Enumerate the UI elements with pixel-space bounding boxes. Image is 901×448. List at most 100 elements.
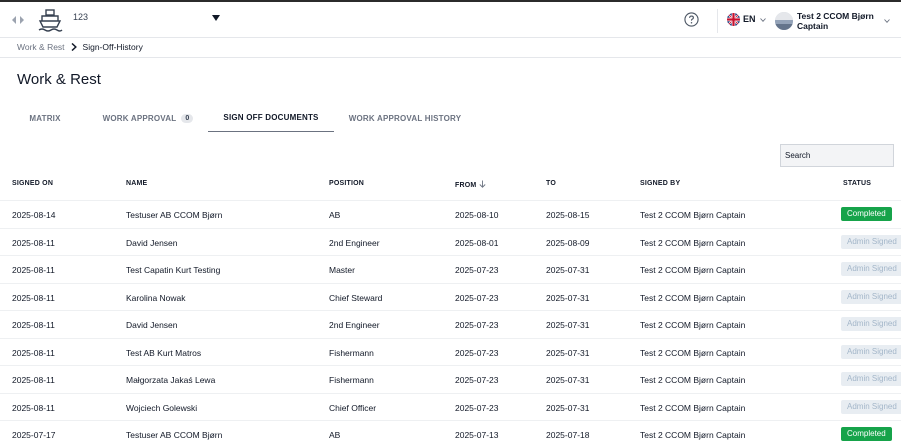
chevron-down-icon[interactable] <box>884 19 890 23</box>
cell-position: AB <box>329 210 341 220</box>
vessel-select-value[interactable]: 123 <box>73 12 88 22</box>
column-header-status[interactable]: STATUS <box>843 180 871 187</box>
avatar[interactable] <box>775 12 793 30</box>
breadcrumb-current: Sign-Off-History <box>82 42 143 52</box>
user-name[interactable]: Test 2 CCOM Bjørn Captain <box>797 11 877 31</box>
column-header-signed-on[interactable]: SIGNED ON <box>12 180 53 187</box>
cell-name: Testuser AB CCOM Bjørn <box>126 430 223 440</box>
table-row[interactable]: 2025-08-11 Test Capatin Kurt Testing Maste… <box>0 255 901 283</box>
topbar-divider <box>717 9 718 33</box>
column-header-label: FROM <box>455 182 477 189</box>
cell-signed-by: Test 2 CCOM Bjørn Captain <box>640 237 746 248</box>
cell-to: 2025-07-18 <box>546 430 590 440</box>
tab-label: WORK APPROVAL <box>102 113 177 123</box>
cell-from: 2025-07-23 <box>455 265 499 275</box>
table-row[interactable]: 2025-08-11 Małgorzata Jakaś Lewa Fisherman… <box>0 365 901 393</box>
column-header-name[interactable]: NAME <box>126 180 147 187</box>
status-badge: Admin Signed <box>841 372 901 386</box>
cell-position: Master <box>329 265 355 275</box>
caret-down-icon[interactable] <box>212 15 220 21</box>
cell-to: 2025-07-31 <box>546 320 590 330</box>
breadcrumb-parent[interactable]: Work & Rest <box>17 42 65 52</box>
page-title: Work & Rest <box>17 71 101 88</box>
tab-label: SIGN OFF DOCUMENTS <box>223 113 319 122</box>
tab-work-approval-history[interactable]: WORK APPROVAL HISTORY <box>344 104 466 132</box>
cell-signed-on: 2025-08-11 <box>12 402 55 413</box>
cell-name: Test AB Kurt Matros <box>126 347 202 358</box>
tab-label: WORK APPROVAL HISTORY <box>348 113 462 123</box>
cell-from: 2025-07-23 <box>455 292 499 303</box>
uk-flag-icon[interactable] <box>727 13 740 26</box>
help-icon[interactable] <box>684 12 699 27</box>
table-row[interactable]: 2025-08-11 Wojciech Golewski Chief Officer… <box>0 392 901 421</box>
cell-to: 2025-07-31 <box>546 292 590 303</box>
cell-name: Testuser AB CCOM Bjørn <box>126 210 223 220</box>
cell-position: Fishermann <box>329 347 374 358</box>
table-row[interactable]: 2025-08-14 Testuser AB CCOM Bjørn AB 2025-0… <box>0 200 901 228</box>
table-row[interactable]: 2025-07-17 Testuser AB CCOM Bjørn AB 2025-0… <box>0 420 901 448</box>
cell-signed-on: 2025-08-11 <box>12 347 55 358</box>
table-row[interactable]: 2025-08-11 David Jensen 2nd Engineer 2025-0… <box>0 227 901 256</box>
table-row[interactable]: 2025-08-11 Test AB Kurt Matros Fishermann 2… <box>0 337 901 366</box>
chevron-right-icon <box>71 43 77 51</box>
cell-signed-on: 2025-08-11 <box>12 237 55 248</box>
cell-from: 2025-08-10 <box>455 210 499 220</box>
cell-signed-by: Test 2 CCOM Bjørn Captain <box>640 292 746 303</box>
cell-signed-on: 2025-08-14 <box>12 210 56 220</box>
cell-position: Chief Officer <box>329 402 377 413</box>
divider <box>0 57 901 58</box>
cell-to: 2025-07-31 <box>546 375 590 385</box>
cell-position: 2nd Engineer <box>329 320 380 330</box>
cell-signed-on: 2025-08-11 <box>12 320 55 330</box>
count-badge: 0 <box>181 113 194 123</box>
tab-work-approval[interactable]: WORK APPROVAL 0 <box>95 104 201 132</box>
ship-icon <box>38 9 63 32</box>
collapse-sidebar-icon[interactable] <box>11 14 25 26</box>
search-input[interactable] <box>780 144 894 167</box>
tab-bar: MATRIX WORK APPROVAL 0 SIGN OFF DOCUMENT… <box>0 104 901 132</box>
cell-name: Karolina Nowak <box>126 292 186 303</box>
cell-signed-by: Test 2 CCOM Bjørn Captain <box>640 265 746 275</box>
column-header-from[interactable]: FROM <box>455 180 486 189</box>
column-header-to[interactable]: TO <box>546 180 556 187</box>
chevron-down-icon[interactable] <box>760 18 766 22</box>
cell-to: 2025-08-09 <box>546 237 590 248</box>
table-row[interactable]: 2025-08-11 David Jensen 2nd Engineer 2025-0… <box>0 310 901 338</box>
cell-to: 2025-07-31 <box>546 402 590 413</box>
column-header-signed-by[interactable]: SIGNED BY <box>640 180 680 187</box>
language-label[interactable]: EN <box>743 14 756 24</box>
cell-signed-on: 2025-08-11 <box>12 375 55 385</box>
tab-label: MATRIX <box>29 113 61 123</box>
cell-signed-on: 2025-07-17 <box>12 430 56 440</box>
status-badge: Admin Signed <box>841 399 901 414</box>
cell-to: 2025-07-31 <box>546 265 590 275</box>
top-bar: 123 EN Test 2 CCOM Bjørn Captain <box>0 0 901 38</box>
status-badge: Admin Signed <box>841 317 901 331</box>
status-badge: Admin Signed <box>841 344 901 359</box>
status-badge: Admin Signed <box>841 289 901 304</box>
cell-name: Małgorzata Jakaś Lewa <box>126 375 216 385</box>
cell-position: Fishermann <box>329 375 374 385</box>
cell-from: 2025-08-01 <box>455 237 499 248</box>
sort-down-icon[interactable] <box>479 180 486 188</box>
cell-name: David Jensen <box>126 237 178 248</box>
tab-sign-off-documents[interactable]: SIGN OFF DOCUMENTS <box>208 104 334 132</box>
cell-signed-by: Test 2 CCOM Bjørn Captain <box>640 210 746 220</box>
table-row[interactable]: 2025-08-11 Karolina Nowak Chief Steward 202… <box>0 282 901 311</box>
cell-position: AB <box>329 430 341 440</box>
cell-signed-by: Test 2 CCOM Bjørn Captain <box>640 430 746 440</box>
cell-to: 2025-07-31 <box>546 347 590 358</box>
cell-signed-by: Test 2 CCOM Bjørn Captain <box>640 375 746 385</box>
column-header-position[interactable]: POSITION <box>329 180 364 187</box>
status-badge: Admin Signed <box>841 262 901 276</box>
cell-from: 2025-07-23 <box>455 347 499 358</box>
cell-signed-by: Test 2 CCOM Bjørn Captain <box>640 347 746 358</box>
cell-signed-by: Test 2 CCOM Bjørn Captain <box>640 402 746 413</box>
status-badge: Completed <box>841 207 892 221</box>
cell-from: 2025-07-23 <box>455 320 499 330</box>
cell-name: David Jensen <box>126 320 178 330</box>
cell-signed-on: 2025-08-11 <box>12 265 55 275</box>
cell-position: Chief Steward <box>329 292 383 303</box>
cell-position: 2nd Engineer <box>329 237 380 248</box>
tab-matrix[interactable]: MATRIX <box>17 104 73 132</box>
